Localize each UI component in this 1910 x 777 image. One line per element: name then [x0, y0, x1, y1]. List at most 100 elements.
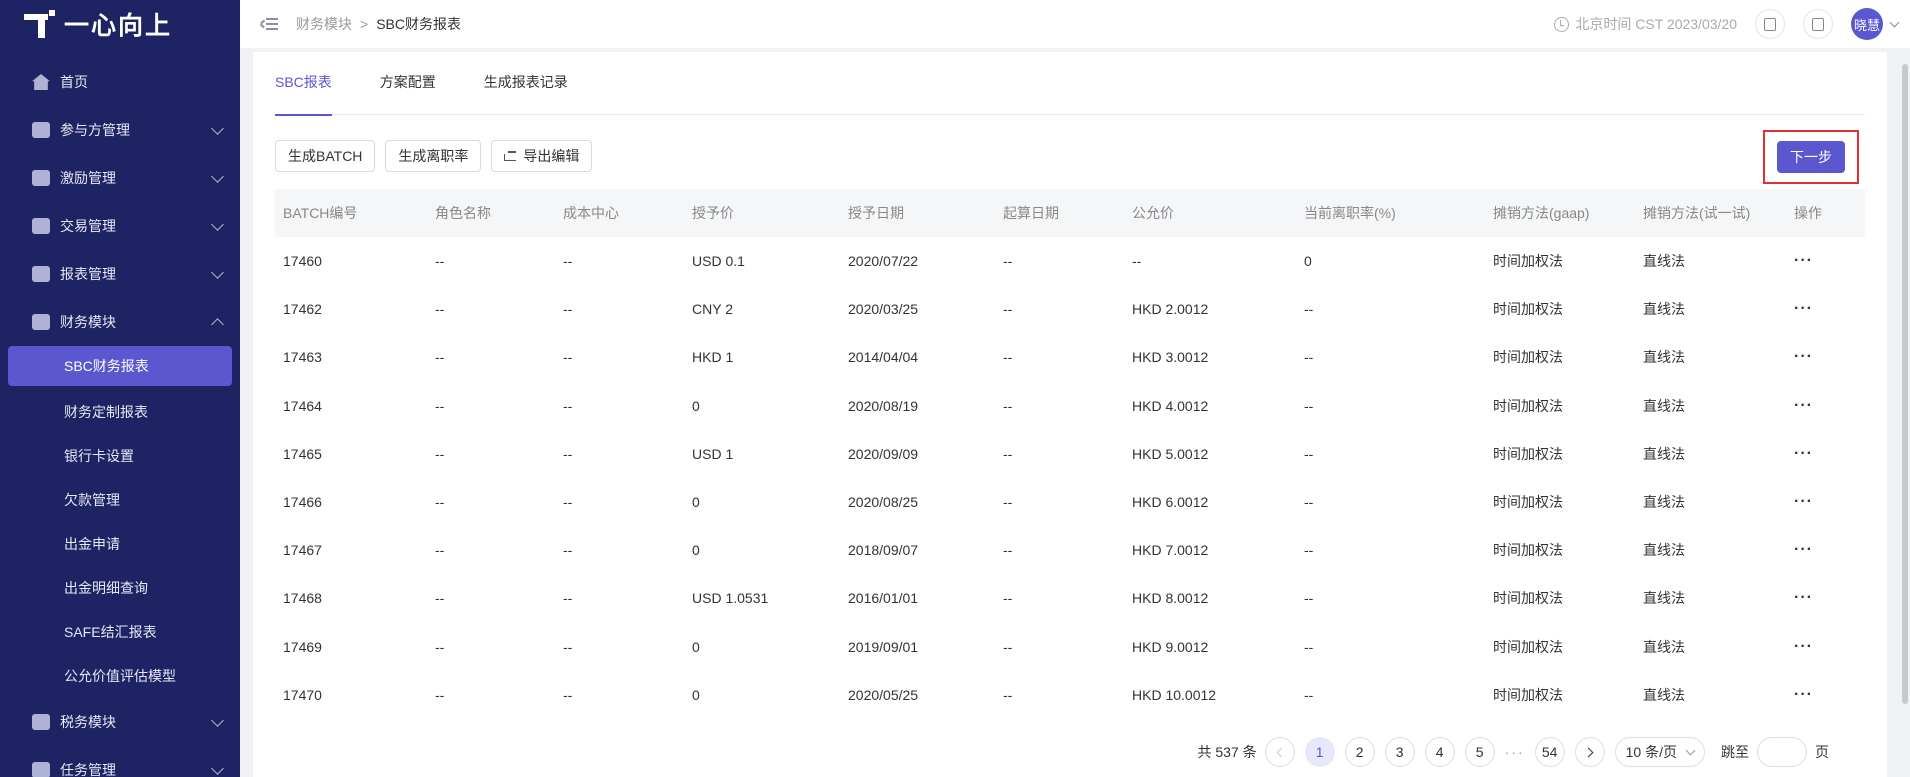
- row-actions-button[interactable]: ···: [1786, 493, 1865, 511]
- sidebar-subitem-safe-report[interactable]: SAFE结汇报表: [0, 610, 240, 654]
- tab-report-history[interactable]: 生成报表记录: [484, 52, 568, 115]
- sidebar-item-finance[interactable]: 财务模块: [0, 298, 240, 346]
- table-cell: --: [1003, 494, 1013, 511]
- table-cell: CNY 2: [692, 301, 733, 318]
- row-actions-button[interactable]: ···: [1786, 541, 1865, 559]
- sidebar-item-participants[interactable]: 参与方管理: [0, 106, 240, 154]
- generate-batch-button[interactable]: 生成BATCH: [275, 140, 376, 172]
- table-cell: --: [435, 349, 445, 366]
- page-button[interactable]: 5: [1464, 737, 1495, 767]
- page-button[interactable]: 4: [1424, 737, 1455, 767]
- table-cell: --: [1304, 494, 1314, 511]
- chevron-down-icon: [211, 266, 224, 279]
- prev-page-button[interactable]: [1264, 737, 1295, 767]
- table-cell: --: [1304, 686, 1314, 703]
- sidebar-item-tax[interactable]: 税务模块: [0, 698, 240, 746]
- next-page-button[interactable]: [1574, 737, 1605, 767]
- sidebar-subitem-arrears[interactable]: 欠款管理: [0, 478, 240, 522]
- sidebar-item-transaction[interactable]: 交易管理: [0, 202, 240, 250]
- table-cell: 2019/09/01: [848, 638, 919, 655]
- sidebar-subitem-bank-card[interactable]: 银行卡设置: [0, 434, 240, 478]
- row-actions-button[interactable]: ···: [1786, 638, 1865, 656]
- sidebar-item-label: 税务模块: [60, 714, 116, 730]
- clipboard-button[interactable]: [1755, 9, 1785, 39]
- column-header: BATCH编号: [283, 205, 358, 221]
- chevron-down-icon: [211, 170, 224, 183]
- row-actions-button[interactable]: ···: [1786, 300, 1865, 318]
- column-header: 当前离职率(%): [1304, 205, 1396, 221]
- sidebar-item-label: 报表管理: [60, 266, 116, 282]
- table-cell: --: [435, 253, 445, 270]
- row-actions-button[interactable]: ···: [1786, 686, 1865, 704]
- sidebar-item-report[interactable]: 报表管理: [0, 250, 240, 298]
- sidebar-subitem-custom-report[interactable]: 财务定制报表: [0, 390, 240, 434]
- next-button-highlight: 下一步: [1763, 130, 1859, 184]
- chevron-down-icon: [211, 714, 224, 727]
- breadcrumb-item[interactable]: 财务模块: [296, 14, 352, 34]
- sidebar-subitem-fair-value-model[interactable]: 公允价值评估模型: [0, 654, 240, 698]
- sidebar-item-incentive[interactable]: 激励管理: [0, 154, 240, 202]
- page-button[interactable]: 1: [1304, 737, 1335, 767]
- table-cell: 17470: [283, 686, 322, 703]
- sidebar-item-task[interactable]: 任务管理: [0, 746, 240, 777]
- column-header: 授予日期: [848, 205, 904, 221]
- page-size-select[interactable]: 10 条/页: [1614, 737, 1705, 767]
- tab-plan-config[interactable]: 方案配置: [380, 52, 436, 115]
- next-step-button[interactable]: 下一步: [1777, 141, 1845, 173]
- clipboard-icon: [1764, 17, 1776, 31]
- avatar[interactable]: 晓慧: [1851, 8, 1883, 40]
- table-cell: 0: [1304, 253, 1312, 270]
- logo[interactable]: 一心向上: [0, 0, 240, 48]
- page-button-last[interactable]: 54: [1534, 737, 1565, 767]
- table-cell: USD 1.0531: [692, 590, 769, 607]
- sidebar-subitem-sbc-report[interactable]: SBC财务报表: [8, 346, 232, 386]
- export-edit-button[interactable]: 导出编辑: [491, 140, 593, 172]
- page-size-value: 10 条/页: [1625, 744, 1677, 760]
- row-actions-button[interactable]: ···: [1786, 445, 1865, 463]
- page-button[interactable]: 3: [1384, 737, 1415, 767]
- report-icon: [32, 266, 50, 282]
- table-cell: 时间加权法: [1493, 253, 1563, 270]
- table-cell: --: [1304, 542, 1314, 559]
- generate-turnover-button[interactable]: 生成离职率: [385, 140, 482, 172]
- table-header: BATCH编号 角色名称 成本中心 授予价 授予日期 起算日期 公允价 当前离职…: [275, 189, 1865, 237]
- sidebar-subitem-withdraw-apply[interactable]: 出金申请: [0, 522, 240, 566]
- table-cell: --: [435, 686, 445, 703]
- collapse-menu-icon[interactable]: [260, 17, 278, 31]
- gift-button[interactable]: [1803, 9, 1833, 39]
- page-ellipsis[interactable]: ···: [1505, 744, 1525, 760]
- row-actions-button[interactable]: ···: [1786, 252, 1865, 270]
- table-cell: --: [435, 301, 445, 318]
- table-cell: HKD 9.0012: [1132, 638, 1209, 655]
- sidebar-item-home[interactable]: 首页: [0, 58, 240, 106]
- table-cell: --: [1003, 349, 1013, 366]
- total-count: 共 537 条: [1197, 744, 1257, 760]
- table-row: 17464 -- -- 0 2020/08/19 -- HKD 4.0012 -- 时间加权法 直…: [275, 382, 1865, 430]
- sidebar-subitem-withdraw-detail[interactable]: 出金明细查询: [0, 566, 240, 610]
- page-button[interactable]: 2: [1344, 737, 1375, 767]
- column-header: 起算日期: [1003, 205, 1059, 221]
- table-cell: HKD 7.0012: [1132, 542, 1209, 559]
- table-cell: HKD 8.0012: [1132, 590, 1209, 607]
- row-actions-button[interactable]: ···: [1786, 589, 1865, 607]
- table-cell: --: [1132, 253, 1142, 270]
- jump-page-input[interactable]: [1757, 737, 1807, 767]
- page-suffix: 页: [1815, 744, 1829, 760]
- table-cell: 直线法: [1643, 253, 1685, 270]
- gift-icon: [1812, 17, 1824, 31]
- row-actions-button[interactable]: ···: [1786, 397, 1865, 415]
- table-cell: 直线法: [1643, 542, 1685, 559]
- header-right: 北京时间 CST 2023/03/20 晓慧: [1554, 0, 1900, 48]
- table-cell: HKD 3.0012: [1132, 349, 1209, 366]
- row-actions-button[interactable]: ···: [1786, 348, 1865, 366]
- table-cell: 直线法: [1643, 590, 1685, 607]
- table-cell: --: [435, 494, 445, 511]
- scrollbar[interactable]: [1902, 64, 1908, 704]
- table-cell: 直线法: [1643, 349, 1685, 366]
- sidebar-item-label: 参与方管理: [60, 122, 130, 138]
- time-display: 北京时间 CST 2023/03/20: [1575, 16, 1737, 32]
- table-cell: --: [1304, 397, 1314, 414]
- table-cell: --: [1003, 686, 1013, 703]
- tab-sbc-report[interactable]: SBC报表: [275, 52, 332, 116]
- chevron-down-icon[interactable]: [1889, 17, 1900, 27]
